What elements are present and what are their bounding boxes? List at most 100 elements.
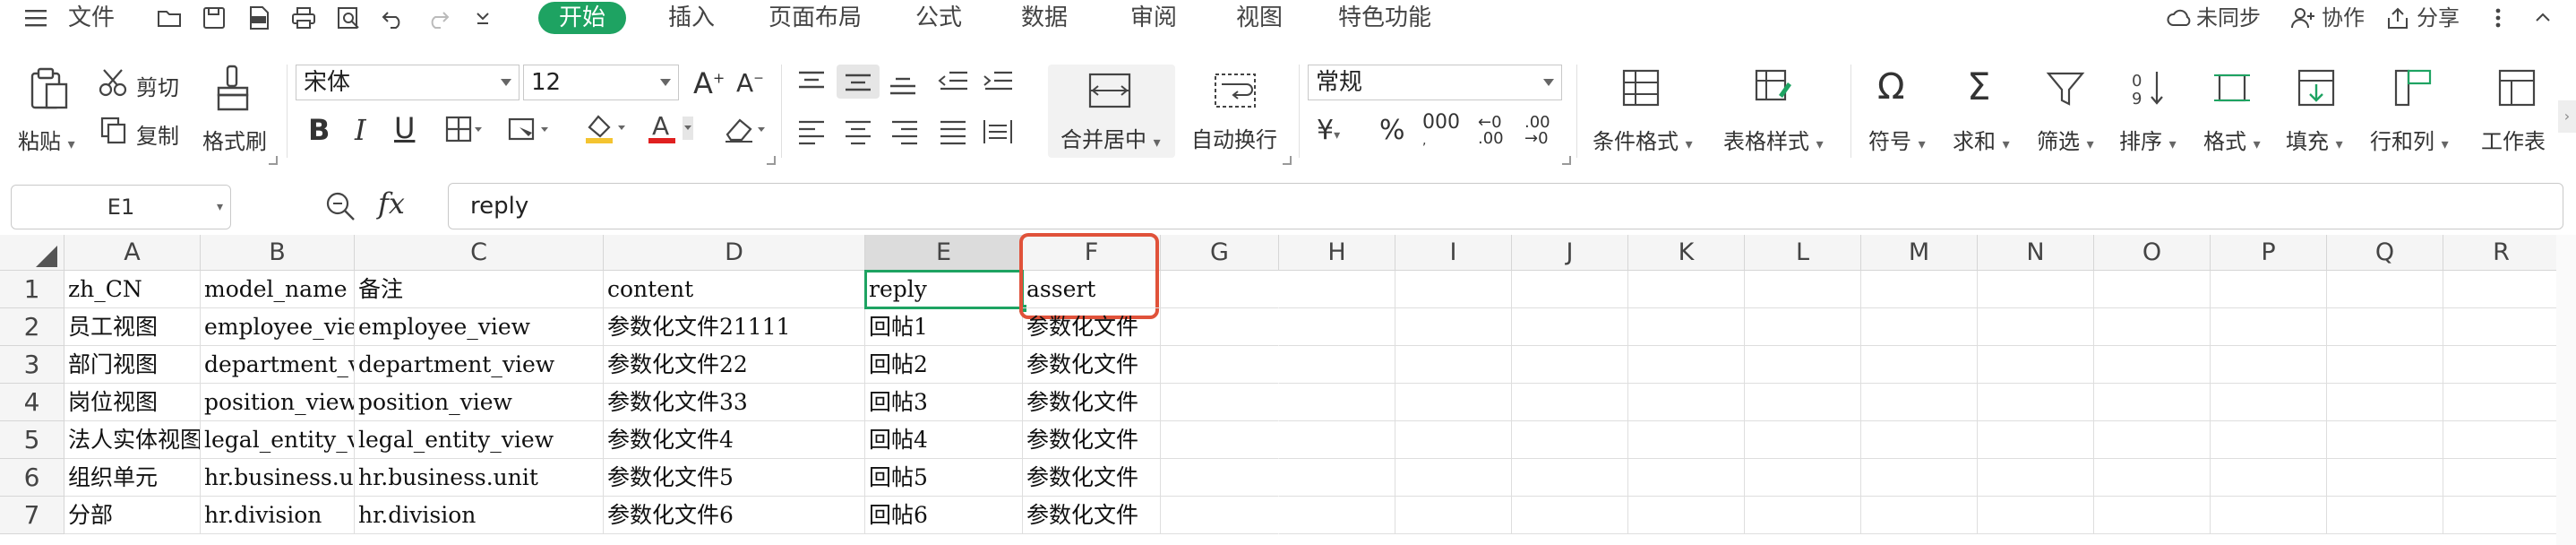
cell-n3[interactable] [1978, 346, 2094, 384]
cell-i6[interactable] [1395, 459, 1512, 497]
cell-j7[interactable] [1512, 497, 1628, 534]
name-box[interactable]: E1 ▾ [11, 185, 231, 229]
cell-j3[interactable] [1512, 346, 1628, 384]
clear-format-icon[interactable] [722, 113, 769, 143]
tab-review[interactable]: 审阅 [1130, 4, 1177, 32]
cell-n4[interactable] [1978, 384, 2094, 421]
sum-button[interactable]: 求和 ▾ [1953, 124, 2010, 155]
cell-c1[interactable]: 备注 [355, 271, 604, 308]
cell-h2[interactable] [1279, 308, 1395, 346]
cell-d6[interactable]: 参数化文件5 [604, 459, 865, 497]
row-header-2[interactable]: 2 [0, 308, 64, 346]
thousands-separator-icon[interactable]: 000, [1422, 113, 1460, 149]
cell-c2[interactable]: employee_view [355, 308, 604, 346]
column-header-e[interactable]: E [865, 235, 1023, 271]
cell-k7[interactable] [1628, 497, 1745, 534]
align-left-icon[interactable] [795, 118, 828, 145]
share-icon[interactable] [2384, 5, 2411, 30]
cell-l7[interactable] [1745, 497, 1861, 534]
cell-e4[interactable]: 回帖3 [865, 384, 1023, 421]
table-style-button[interactable]: 表格样式 ▾ [1723, 124, 1824, 155]
rows-columns-icon[interactable] [2393, 68, 2433, 108]
cell-l4[interactable] [1745, 384, 1861, 421]
filter-icon[interactable] [2046, 70, 2085, 108]
column-header-j[interactable]: J [1512, 235, 1628, 271]
cell-l1[interactable] [1745, 271, 1861, 308]
cell-h1[interactable] [1279, 271, 1395, 308]
cell-k6[interactable] [1628, 459, 1745, 497]
cell-q1[interactable] [2327, 271, 2443, 308]
justify-icon[interactable] [937, 118, 969, 145]
cell-g1[interactable] [1161, 271, 1279, 308]
cell-r3[interactable] [2443, 346, 2560, 384]
cell-q7[interactable] [2327, 497, 2443, 534]
cell-l5[interactable] [1745, 421, 1861, 459]
vertical-scrollbar[interactable] [2556, 235, 2576, 545]
cell-d1[interactable]: content [604, 271, 865, 308]
cell-i3[interactable] [1395, 346, 1512, 384]
row-header-3[interactable]: 3 [0, 346, 64, 384]
cell-k2[interactable] [1628, 308, 1745, 346]
cell-k1[interactable] [1628, 271, 1745, 308]
format-painter-icon[interactable] [215, 65, 251, 113]
alignment-dialog-launcher[interactable] [1283, 156, 1292, 165]
cell-d2[interactable]: 参数化文件21111 [604, 308, 865, 346]
cell-i2[interactable] [1395, 308, 1512, 346]
cell-a6[interactable]: 组织单元 [64, 459, 201, 497]
column-header-o[interactable]: O [2094, 235, 2211, 271]
cell-n5[interactable] [1978, 421, 2094, 459]
column-header-a[interactable]: A [64, 235, 201, 271]
cut-button[interactable]: 剪切 [136, 70, 179, 101]
font-dialog-launcher[interactable] [767, 156, 776, 165]
cell-p2[interactable] [2211, 308, 2327, 346]
column-header-m[interactable]: M [1861, 235, 1978, 271]
cell-f7[interactable]: 参数化文件 [1023, 497, 1161, 534]
collapse-ribbon-icon[interactable] [2529, 5, 2556, 30]
borders-icon[interactable] [444, 115, 484, 143]
cell-e3[interactable]: 回帖2 [865, 346, 1023, 384]
cell-f3[interactable]: 参数化文件 [1023, 346, 1161, 384]
row-header-7[interactable]: 7 [0, 497, 64, 534]
cell-m1[interactable] [1861, 271, 1978, 308]
worksheet-button[interactable]: 工作表 [2481, 124, 2546, 155]
file-menu[interactable]: 文件 [68, 4, 115, 32]
column-header-r[interactable]: R [2443, 235, 2560, 271]
cell-g5[interactable] [1161, 421, 1279, 459]
copy-icon[interactable] [99, 117, 131, 145]
cell-k5[interactable] [1628, 421, 1745, 459]
cell-b6[interactable]: hr.business.unit [201, 459, 355, 497]
cell-q4[interactable] [2327, 384, 2443, 421]
tab-insert[interactable]: 插入 [668, 4, 715, 32]
cell-i5[interactable] [1395, 421, 1512, 459]
cell-e5[interactable]: 回帖4 [865, 421, 1023, 459]
customize-quick-access-icon[interactable] [469, 5, 496, 30]
cell-r2[interactable] [2443, 308, 2560, 346]
column-header-p[interactable]: P [2211, 235, 2327, 271]
cell-e7[interactable]: 回帖6 [865, 497, 1023, 534]
tab-formulas[interactable]: 公式 [915, 4, 962, 32]
cell-m2[interactable] [1861, 308, 1978, 346]
align-middle-icon[interactable] [837, 65, 880, 99]
cell-q2[interactable] [2327, 308, 2443, 346]
column-header-i[interactable]: I [1395, 235, 1512, 271]
tab-home[interactable]: 开始 [538, 2, 626, 34]
cell-i4[interactable] [1395, 384, 1512, 421]
clipboard-dialog-launcher[interactable] [269, 156, 278, 165]
cell-f5[interactable]: 参数化文件 [1023, 421, 1161, 459]
font-color-icon[interactable]: A [647, 111, 697, 145]
cell-b1[interactable]: model_name [201, 271, 355, 308]
cell-j2[interactable] [1512, 308, 1628, 346]
row-header-4[interactable]: 4 [0, 384, 64, 421]
cell-g3[interactable] [1161, 346, 1279, 384]
cell-g2[interactable] [1161, 308, 1279, 346]
fill-color-icon[interactable] [582, 111, 629, 145]
sort-button[interactable]: 排序 ▾ [2119, 124, 2177, 155]
column-header-b[interactable]: B [201, 235, 355, 271]
cell-p3[interactable] [2211, 346, 2327, 384]
print-preview-icon[interactable] [335, 5, 362, 30]
cell-j4[interactable] [1512, 384, 1628, 421]
cell-f6[interactable]: 参数化文件 [1023, 459, 1161, 497]
cell-c6[interactable]: hr.business.unit [355, 459, 604, 497]
column-header-h[interactable]: H [1279, 235, 1395, 271]
cell-b5[interactable]: legal_entity_view [201, 421, 355, 459]
